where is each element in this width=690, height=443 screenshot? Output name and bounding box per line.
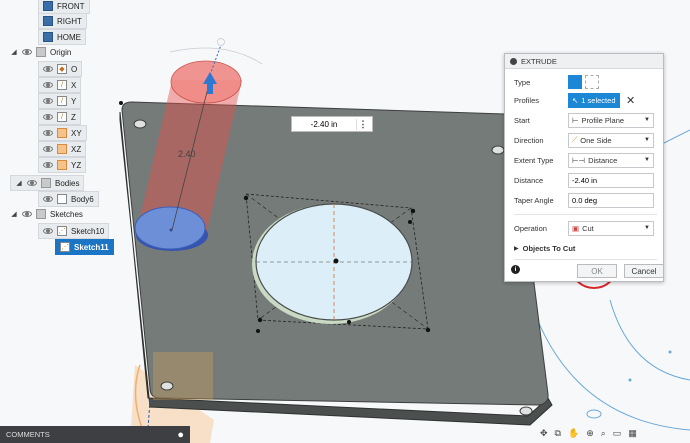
dropdown-arrow-icon: ▼ bbox=[644, 225, 650, 231]
objects-to-cut-row[interactable]: ▶ Objects To Cut bbox=[514, 240, 659, 256]
profile-plane-icon: ⊢ bbox=[572, 115, 579, 125]
sketch-icon: ⋰ bbox=[57, 226, 67, 236]
distance-input[interactable] bbox=[568, 172, 654, 188]
extent-row: Extent Type ⊢⊣ Distance ▼ bbox=[514, 152, 659, 168]
add-comment-icon[interactable]: ● bbox=[177, 429, 184, 441]
orbit-icon[interactable]: ✥ bbox=[540, 428, 548, 439]
visibility-eye-icon[interactable] bbox=[22, 211, 32, 217]
grid-settings-icon[interactable]: ▦ bbox=[628, 428, 637, 439]
zoom-icon[interactable]: ⊕ bbox=[586, 428, 594, 439]
origin-item-x[interactable]: / X bbox=[38, 77, 82, 93]
cut-icon: ▣ bbox=[572, 223, 580, 233]
view-home[interactable]: HOME bbox=[38, 29, 86, 45]
distance-row: Distance bbox=[514, 172, 659, 188]
visibility-eye-icon[interactable] bbox=[43, 196, 53, 202]
more-options-icon[interactable]: ⋮ bbox=[356, 118, 369, 130]
origin-item-xy[interactable]: XY bbox=[38, 125, 87, 141]
origin-folder[interactable]: ◢ Origin bbox=[10, 45, 71, 59]
extrude-type-thin-icon[interactable] bbox=[585, 75, 599, 89]
cancel-button[interactable]: Cancel bbox=[624, 264, 664, 278]
origin-item-z[interactable]: / Z bbox=[38, 109, 81, 125]
dropdown-arrow-icon: ▼ bbox=[644, 157, 650, 163]
origin-item-xz[interactable]: XZ bbox=[38, 141, 87, 157]
canvas-distance-input[interactable] bbox=[292, 118, 356, 130]
dropdown-arrow-icon: ▼ bbox=[644, 117, 650, 123]
visibility-eye-icon[interactable] bbox=[43, 130, 53, 136]
visibility-eye-icon[interactable] bbox=[43, 146, 53, 152]
expand-triangle-icon[interactable]: ◢ bbox=[10, 48, 18, 56]
body-icon bbox=[57, 194, 67, 204]
sketches-folder[interactable]: ◢ Sketches bbox=[10, 207, 83, 221]
direction-row: Direction ⟋ One Side ▼ bbox=[514, 132, 659, 148]
type-row: Type bbox=[514, 74, 659, 90]
start-row: Start ⊢ Profile Plane ▼ bbox=[514, 112, 659, 128]
folder-icon bbox=[41, 178, 51, 188]
visibility-eye-icon[interactable] bbox=[43, 98, 53, 104]
visibility-eye-icon[interactable] bbox=[43, 228, 53, 234]
extrude-type-solid-icon[interactable] bbox=[568, 75, 582, 89]
view-cube-icon bbox=[43, 32, 53, 42]
origin-item-y[interactable]: / Y bbox=[38, 93, 82, 109]
extent-type-select[interactable]: ⊢⊣ Distance ▼ bbox=[568, 152, 654, 168]
clear-selection-icon[interactable]: ✕ bbox=[626, 94, 635, 107]
view-right[interactable]: RIGHT bbox=[38, 13, 87, 29]
display-settings-icon[interactable]: ▭ bbox=[613, 428, 622, 439]
visibility-eye-icon[interactable] bbox=[22, 49, 32, 55]
extrude-dimension-label: 2.40 bbox=[178, 149, 196, 159]
operation-select[interactable]: ▣ Cut ▼ bbox=[568, 220, 654, 236]
fit-icon[interactable]: ⌕ bbox=[601, 428, 606, 439]
plane-icon bbox=[57, 144, 67, 154]
start-select[interactable]: ⊢ Profile Plane ▼ bbox=[568, 112, 654, 128]
plane-icon bbox=[57, 160, 67, 170]
taper-angle-input[interactable] bbox=[568, 192, 654, 208]
taper-row: Taper Angle bbox=[514, 192, 659, 208]
dialog-header[interactable]: EXTRUDE bbox=[505, 54, 663, 69]
axis-icon: / bbox=[57, 112, 67, 122]
operation-row: Operation ▣ Cut ▼ bbox=[514, 220, 659, 236]
view-cube-icon bbox=[43, 1, 53, 11]
sketch-item-sketch10[interactable]: ⋰ Sketch10 bbox=[38, 223, 110, 239]
origin-item-o[interactable]: ◆ O bbox=[38, 61, 83, 77]
visibility-eye-icon[interactable] bbox=[43, 82, 53, 88]
sketch-icon: ⋰ bbox=[60, 242, 70, 252]
visibility-eye-icon[interactable] bbox=[43, 66, 53, 72]
profiles-row: Profiles ↖ 1 selected ✕ bbox=[514, 92, 636, 108]
origin-item-yz[interactable]: YZ bbox=[38, 157, 87, 173]
bodies-folder[interactable]: ◢ Bodies bbox=[10, 175, 85, 191]
visibility-eye-icon[interactable] bbox=[43, 114, 53, 120]
visibility-eye-icon[interactable] bbox=[43, 162, 53, 168]
view-front[interactable]: FRONT bbox=[38, 0, 90, 14]
cursor-arrow-icon: ↖ bbox=[572, 95, 579, 105]
canvas-distance-field[interactable]: ⋮ bbox=[291, 116, 373, 132]
collapse-dot-icon[interactable] bbox=[510, 57, 517, 65]
body-item[interactable]: Body6 bbox=[38, 191, 99, 207]
expand-arrow-icon[interactable]: ▶ bbox=[514, 245, 519, 252]
comments-bar[interactable]: COMMENTS ● bbox=[0, 426, 190, 443]
extrude-dialog: EXTRUDE Type Profiles ↖ 1 selected ✕ Sta… bbox=[504, 53, 664, 282]
dialog-title: EXTRUDE bbox=[521, 56, 557, 66]
visibility-eye-icon[interactable] bbox=[27, 180, 37, 186]
sketch-item-sketch11[interactable]: ⋰ Sketch11 bbox=[55, 239, 114, 255]
ok-button[interactable]: OK bbox=[577, 264, 617, 278]
origin-point-icon: ◆ bbox=[57, 64, 67, 74]
expand-triangle-icon[interactable]: ◢ bbox=[10, 210, 18, 218]
direction-select[interactable]: ⟋ One Side ▼ bbox=[568, 132, 654, 148]
info-icon[interactable]: i bbox=[511, 265, 520, 274]
axis-icon: / bbox=[57, 80, 67, 90]
navigation-toolbar: ✥ ⧉ ✋ ⊕ ⌕ ▭ ▦ bbox=[540, 425, 690, 442]
profiles-select-button[interactable]: ↖ 1 selected bbox=[568, 92, 620, 108]
plane-icon bbox=[57, 128, 67, 138]
distance-icon: ⊢⊣ bbox=[572, 155, 586, 165]
folder-icon bbox=[36, 209, 46, 219]
folder-icon bbox=[36, 47, 46, 57]
look-at-icon[interactable]: ⧉ bbox=[555, 428, 561, 439]
extrude-profile-disk[interactable] bbox=[134, 206, 206, 250]
pan-icon[interactable]: ✋ bbox=[568, 428, 579, 439]
dropdown-arrow-icon: ▼ bbox=[644, 137, 650, 143]
view-cube-icon bbox=[43, 16, 53, 26]
axis-icon: / bbox=[57, 96, 67, 106]
one-side-icon: ⟋ bbox=[572, 135, 578, 144]
expand-triangle-icon[interactable]: ◢ bbox=[15, 179, 23, 187]
